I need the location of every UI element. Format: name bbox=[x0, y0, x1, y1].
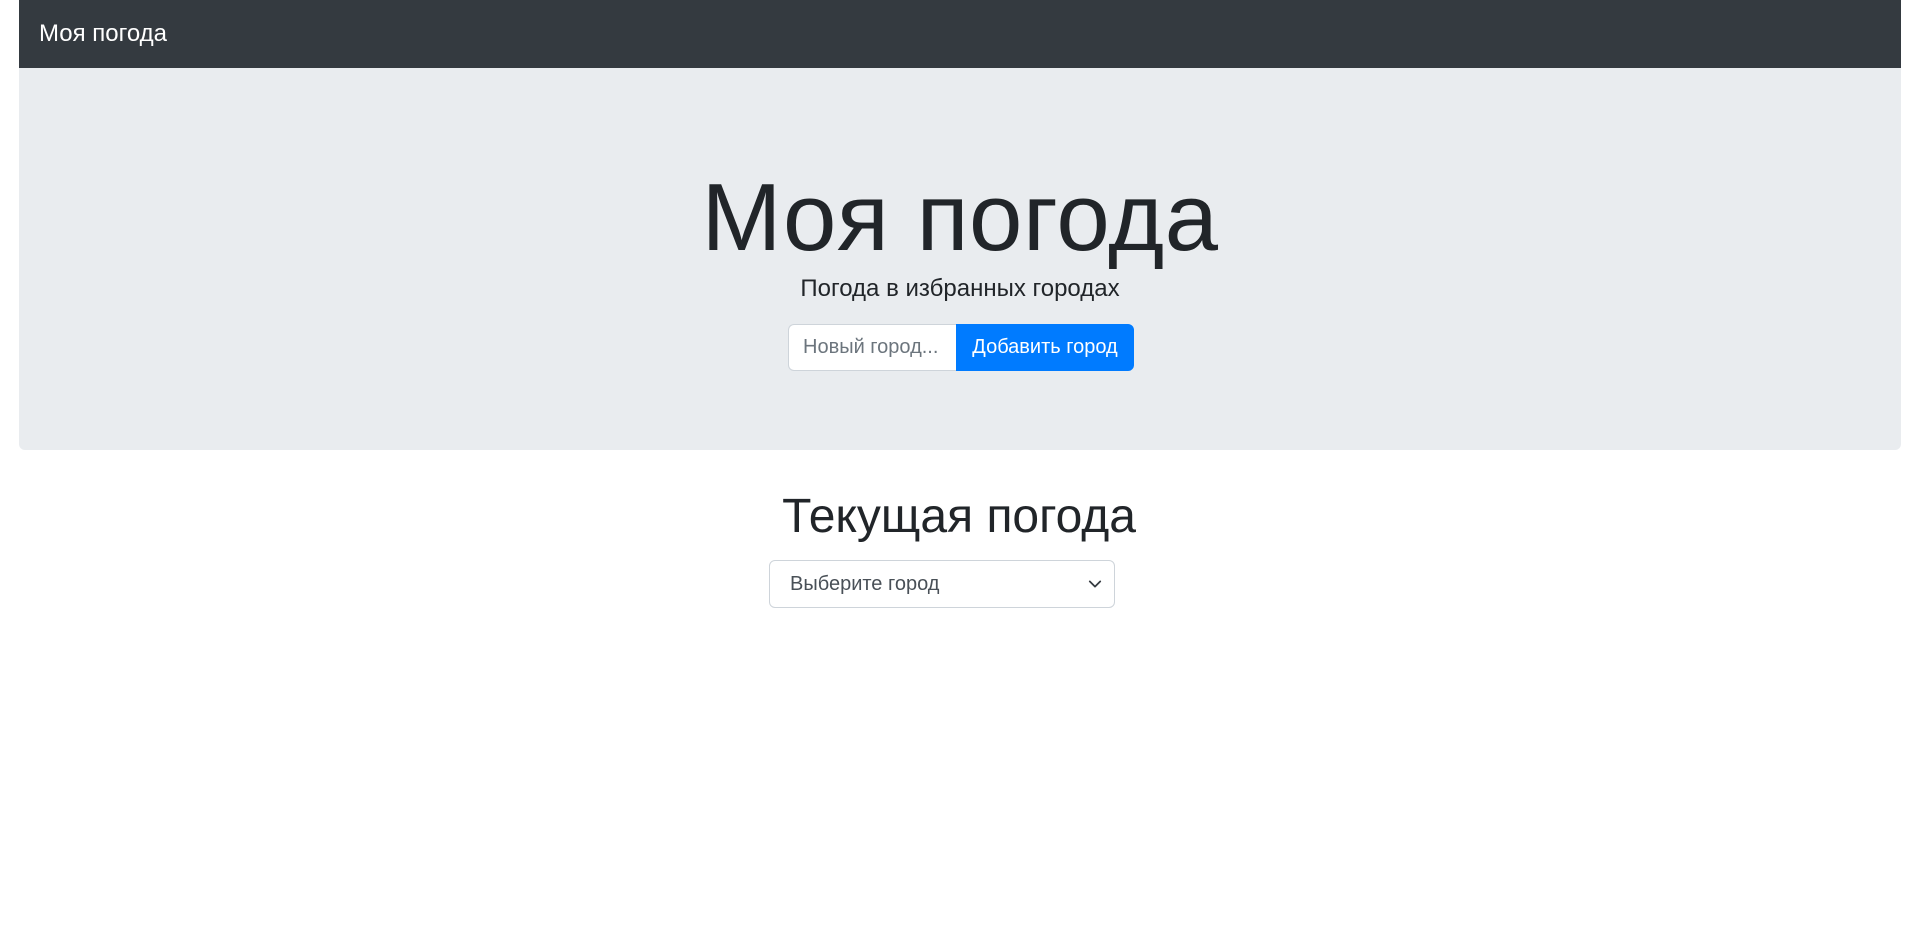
hero-subtitle: Погода в избранных городах bbox=[800, 275, 1120, 302]
city-select[interactable]: Выберите город bbox=[769, 560, 1115, 608]
city-select-value: Выберите город bbox=[790, 572, 940, 595]
new-city-input[interactable] bbox=[788, 324, 956, 371]
page-container: Моя погода Моя погода Погода в избранных… bbox=[19, 0, 1901, 450]
current-weather-title: Текущая погода bbox=[782, 490, 1136, 543]
chevron-down-icon bbox=[1088, 580, 1102, 588]
hero-section: Моя погода Погода в избранных городах До… bbox=[19, 68, 1901, 450]
navbar: Моя погода bbox=[19, 0, 1901, 68]
navbar-brand[interactable]: Моя погода bbox=[39, 22, 167, 46]
add-city-form: Добавить город bbox=[788, 324, 1134, 371]
hero-title: Моя погода bbox=[701, 164, 1219, 271]
add-city-button[interactable]: Добавить город bbox=[956, 324, 1134, 371]
city-select-wrapper: Выберите город bbox=[769, 560, 1115, 608]
